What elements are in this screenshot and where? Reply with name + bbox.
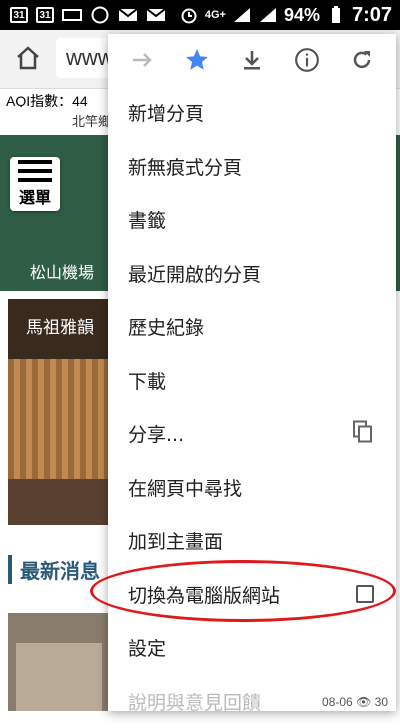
bookmark-star-button[interactable] — [179, 42, 215, 78]
menu-item-add-to-home-screen[interactable]: 加到主畫面 — [108, 514, 396, 568]
mail-icon — [146, 6, 166, 24]
photo-backdrop — [8, 359, 110, 479]
page-info-button[interactable] — [289, 42, 325, 78]
menu-item-label: 歷史紀錄 — [128, 313, 204, 340]
menu-item-share[interactable]: 分享... — [108, 407, 396, 461]
view-count: 30 — [375, 695, 388, 709]
info-icon — [294, 47, 320, 73]
menu-item-bookmarks[interactable]: 書籤 — [108, 193, 396, 247]
site-menu-button[interactable]: 選單 — [10, 157, 60, 211]
signal-icon — [258, 6, 278, 24]
menu-item-label: 書籤 — [128, 206, 166, 233]
thumbnail-building — [16, 643, 102, 711]
menu-item-label: 分享... — [128, 420, 184, 447]
menu-item-label: 新無痕式分頁 — [128, 153, 242, 180]
download-icon — [240, 48, 264, 72]
news-thumbnail[interactable] — [8, 613, 110, 711]
menu-item-label: 切換為電腦版網站 — [128, 581, 280, 608]
sync-icon — [62, 6, 82, 24]
copy-icon — [352, 419, 374, 448]
menu-icon-row — [108, 34, 396, 86]
menu-item-label: 下載 — [128, 367, 166, 394]
home-button[interactable] — [12, 42, 44, 74]
menu-item-find-in-page[interactable]: 在網頁中尋找 — [108, 461, 396, 515]
calendar-date: 31 — [13, 10, 24, 21]
menu-item-label: 加到主畫面 — [128, 527, 223, 554]
menu-item-label: 最近開啟的分頁 — [128, 260, 261, 287]
eye-icon: 👁 — [356, 695, 371, 709]
location-text: 北竿鄉 — [72, 111, 111, 130]
menu-item-history[interactable]: 歷史紀錄 — [108, 300, 396, 354]
news-meta: 08-06 👁 30 — [322, 695, 388, 709]
calendar-date: 31 — [39, 10, 50, 21]
signal-icon — [232, 6, 252, 24]
forward-arrow-icon — [130, 48, 154, 72]
menu-list: 新增分頁 新無痕式分頁 書籤 最近開啟的分頁 歷史紀錄 下載 分享... 在網頁… — [108, 86, 396, 728]
menu-item-desktop-site[interactable]: 切換為電腦版網站 — [108, 568, 396, 622]
menu-icon — [18, 160, 52, 182]
network-type: 4G+ — [205, 9, 226, 21]
photo-stage — [8, 479, 110, 525]
airport-link[interactable]: 松山機場 — [30, 259, 94, 283]
event-photo[interactable]: 馬祖雅韻 — [8, 299, 110, 525]
desktop-site-checkbox[interactable] — [356, 585, 374, 603]
forward-button[interactable] — [124, 42, 160, 78]
menu-item-new-incognito-tab[interactable]: 新無痕式分頁 — [108, 140, 396, 194]
menu-item-label: 在網頁中尋找 — [128, 474, 242, 501]
browser-overflow-menu: 新增分頁 新無痕式分頁 書籤 最近開啟的分頁 歷史紀錄 下載 分享... 在網頁… — [108, 34, 396, 711]
menu-item-recent-tabs[interactable]: 最近開啟的分頁 — [108, 247, 396, 301]
photo-caption: 馬祖雅韻 — [26, 313, 94, 338]
download-button[interactable] — [234, 42, 270, 78]
star-icon — [184, 47, 210, 73]
site-menu-label: 選單 — [19, 184, 51, 208]
home-icon — [15, 45, 41, 71]
reload-icon — [350, 48, 374, 72]
menu-item-new-tab[interactable]: 新增分頁 — [108, 86, 396, 140]
status-bar: 31 31 4G+ 94% 7:07 — [0, 0, 400, 30]
calendar-icon: 31 — [10, 7, 28, 23]
calendar-icon: 31 — [36, 7, 54, 23]
menu-item-settings[interactable]: 設定 — [108, 621, 396, 675]
menu-item-label: 新增分頁 — [128, 99, 204, 126]
menu-item-downloads[interactable]: 下載 — [108, 354, 396, 408]
alarm-icon — [179, 6, 199, 24]
battery-icon — [326, 6, 346, 24]
clock: 7:07 — [352, 4, 392, 27]
news-date: 08-06 — [322, 695, 353, 709]
battery-level: 94% — [284, 5, 320, 26]
status-circle-icon — [90, 6, 110, 24]
menu-item-label: 設定 — [128, 634, 166, 661]
reload-button[interactable] — [344, 42, 380, 78]
url-text: www — [66, 45, 114, 70]
mail-icon — [118, 6, 138, 24]
